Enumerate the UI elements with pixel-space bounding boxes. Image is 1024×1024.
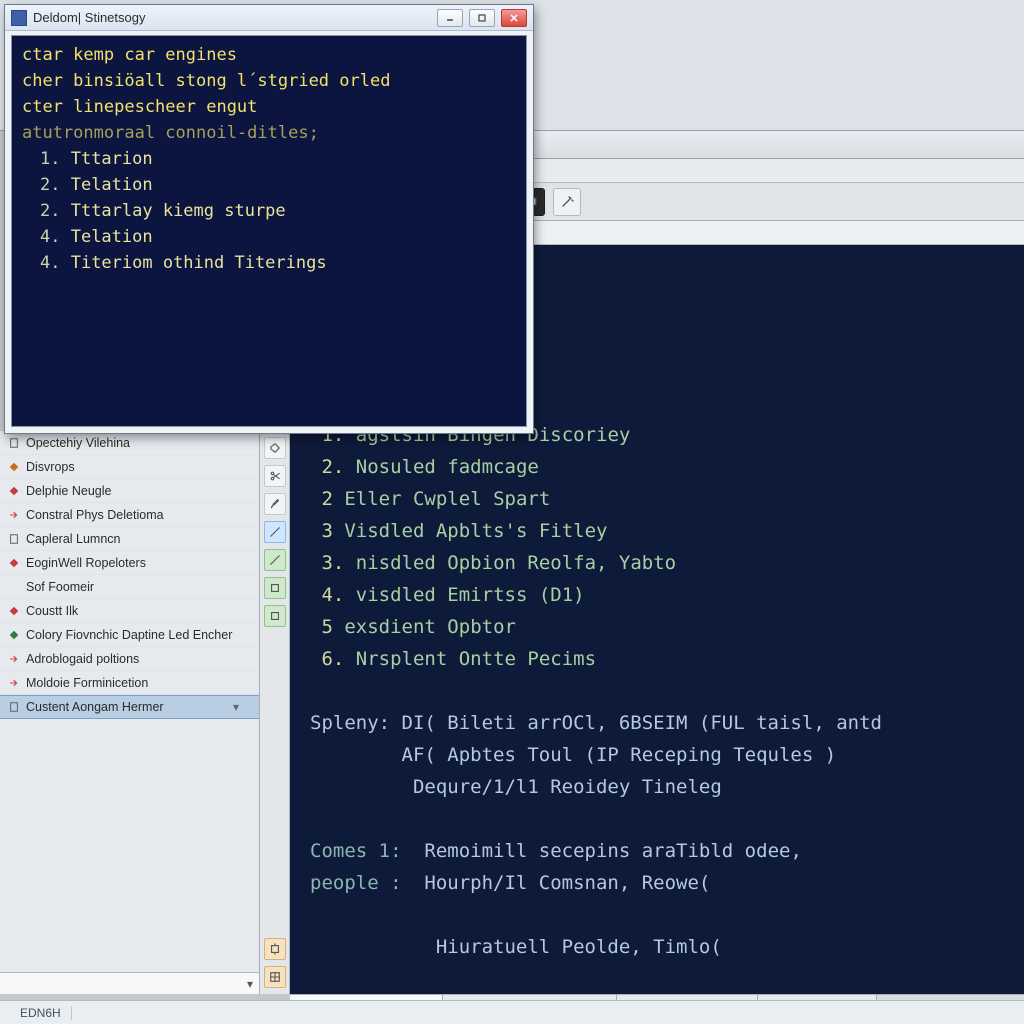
brush-icon[interactable]	[264, 493, 286, 515]
status-bar: EDN6H	[0, 1000, 1024, 1024]
sidebar-item-label: Constral Phys Deletioma	[26, 508, 164, 522]
chip-orange-icon[interactable]	[264, 938, 286, 960]
console-dialog: Deldom| Stinetsogy ctar kemp car engines…	[4, 4, 534, 434]
sidebar-item[interactable]: Delphie Neugle	[0, 479, 259, 503]
tool-vertical-strip	[260, 431, 290, 994]
sidebar-item[interactable]: Moldoie Forminicetion	[0, 671, 259, 695]
sidebar-item-label: Delphie Neugle	[26, 484, 111, 498]
diamond-icon	[8, 605, 20, 617]
arrow-icon	[8, 653, 20, 665]
diamond-icon	[8, 485, 20, 497]
arrow-icon	[8, 677, 20, 689]
sidebar-item[interactable]: Coustt Ilk	[0, 599, 259, 623]
sidebar-item-label: EoginWell Ropeloters	[26, 556, 146, 570]
sidebar-item[interactable]: Capleral Lumncn	[0, 527, 259, 551]
sidebar-dropdown[interactable]: ▾	[0, 972, 259, 994]
sidebar-item-label: Disvrops	[26, 460, 75, 474]
minimize-button[interactable]	[437, 9, 463, 27]
sidebar-item-label: Capleral Lumncn	[26, 532, 121, 546]
sidebar-item-label: Colory Fiovnchic Daptine Led Encher	[26, 628, 232, 642]
doc-icon	[8, 701, 20, 713]
console-app-icon	[11, 10, 27, 26]
sidebar-item-expand-icon[interactable]: ▾	[233, 700, 251, 714]
sidebar-item-label: Adroblogaid poltions	[26, 652, 139, 666]
sidebar-item[interactable]: Colory Fiovnchic Daptine Led Encher	[0, 623, 259, 647]
sidebar-item[interactable]: Adroblogaid poltions	[0, 647, 259, 671]
close-button[interactable]	[501, 9, 527, 27]
sidebar-item-label: Sof Foomeir	[26, 580, 94, 594]
diamond-icon	[8, 557, 20, 569]
sidebar-item[interactable]: EoginWell Ropeloters	[0, 551, 259, 575]
sidebar-item-label: Opectehiy Vilehina	[26, 436, 130, 450]
console-titlebar[interactable]: Deldom| Stinetsogy	[5, 5, 533, 31]
sidebar-item[interactable]: Sof Foomeir	[0, 575, 259, 599]
rect-green-icon[interactable]	[264, 605, 286, 627]
status-mode: EDN6H	[10, 1006, 72, 1020]
scissors-icon[interactable]	[264, 465, 286, 487]
sidebar-item[interactable]: Disvrops	[0, 455, 259, 479]
sidebar-item-label: Moldoie Forminicetion	[26, 676, 148, 690]
arrow-icon	[8, 509, 20, 521]
grid-orange-icon[interactable]	[264, 966, 286, 988]
rect-green-icon[interactable]	[264, 577, 286, 599]
line-blue-icon[interactable]	[264, 521, 286, 543]
diamond-icon	[8, 461, 20, 473]
diamond-icon	[8, 629, 20, 641]
gear-icon	[8, 581, 20, 593]
wand-icon[interactable]	[553, 188, 581, 216]
doc-icon	[8, 437, 20, 449]
project-sidebar: Opectehiy Vilehina Disvrops Delphie Neug…	[0, 431, 260, 994]
sidebar-item-label: Custent Aongam Hermer	[26, 700, 164, 714]
sidebar-item[interactable]: Opectehiy Vilehina	[0, 431, 259, 455]
tag-icon[interactable]	[264, 437, 286, 459]
line-green-icon[interactable]	[264, 549, 286, 571]
sidebar-item[interactable]: Constral Phys Deletioma	[0, 503, 259, 527]
sidebar-item-label: Coustt Ilk	[26, 604, 78, 618]
sidebar-item[interactable]: Custent Aongam Hermer ▾	[0, 695, 259, 719]
maximize-button[interactable]	[469, 9, 495, 27]
console-title: Deldom| Stinetsogy	[33, 10, 146, 25]
doc-icon	[8, 533, 20, 545]
console-output[interactable]: ctar kemp car enginescher binsiöall ston…	[11, 35, 527, 427]
